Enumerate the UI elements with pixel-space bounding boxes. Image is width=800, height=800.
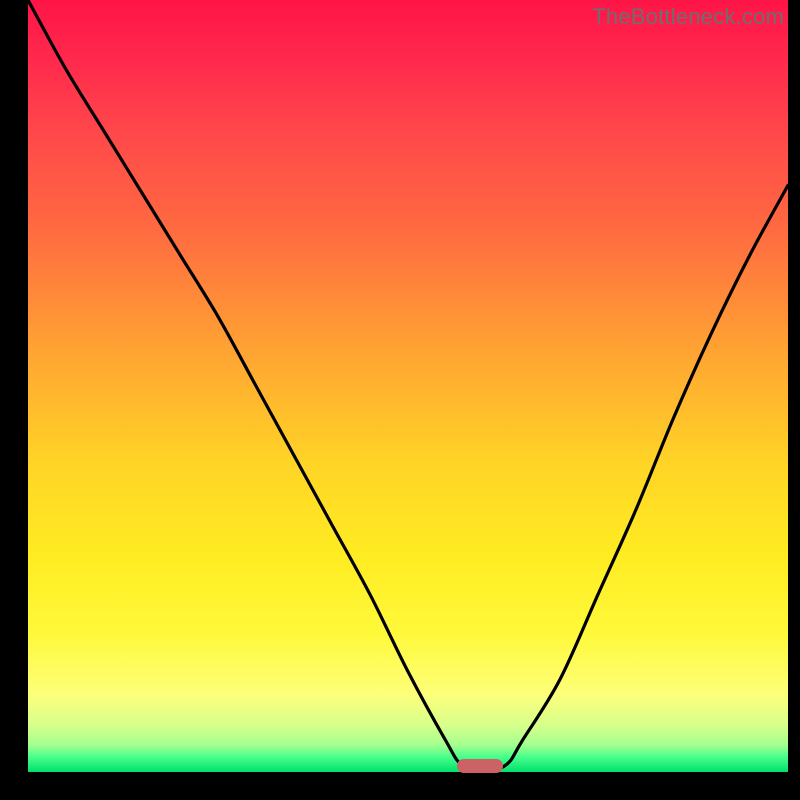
optimal-point-marker <box>457 759 503 773</box>
bottleneck-curve-svg <box>28 0 788 772</box>
watermark-text: TheBottleneck.com <box>592 4 784 30</box>
chart-container: TheBottleneck.com <box>0 0 800 800</box>
bottleneck-curve-line <box>28 0 788 772</box>
plot-area <box>28 0 788 772</box>
